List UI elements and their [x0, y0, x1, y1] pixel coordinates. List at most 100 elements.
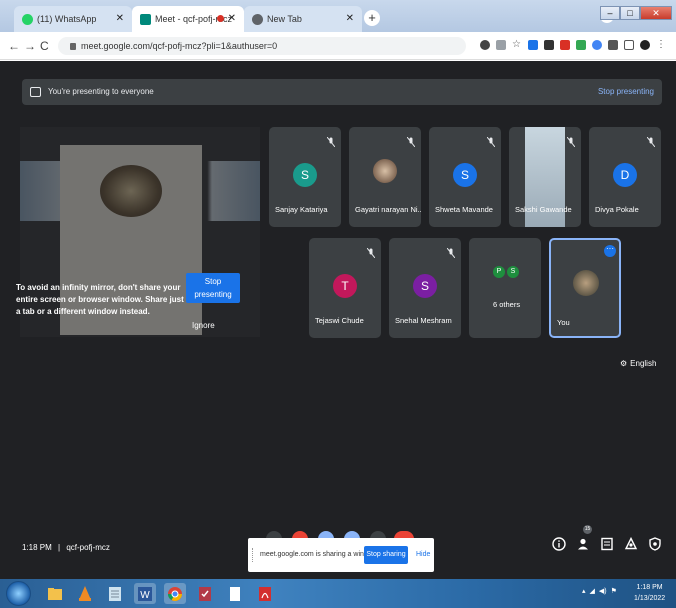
extension-blue2-icon[interactable]: [592, 40, 602, 50]
participant-tile[interactable]: D Divya Pokale: [589, 127, 661, 227]
url-text: meet.google.com/qcf-pofj-mcz?pli=1&authu…: [81, 41, 278, 51]
tab-whatsapp[interactable]: (11) WhatsApp ✕: [14, 6, 132, 32]
reading-list-icon[interactable]: [624, 40, 634, 50]
star-icon[interactable]: ☆: [512, 40, 522, 50]
info-icon[interactable]: [552, 537, 566, 551]
participant-tile[interactable]: Sakshi Gawande: [509, 127, 581, 227]
word-icon[interactable]: W: [134, 583, 156, 604]
recording-indicator-icon: [217, 15, 224, 22]
participant-tile[interactable]: Gayatri narayan Ni...: [349, 127, 421, 227]
puzzle-icon[interactable]: [608, 40, 618, 50]
reload-icon[interactable]: C: [40, 39, 49, 53]
new-tab-button[interactable]: +: [364, 10, 380, 26]
lock-icon: [70, 43, 76, 50]
profile-avatar[interactable]: [640, 40, 650, 50]
clock-date: 1/13/2022: [634, 595, 666, 602]
cast-icon[interactable]: [480, 40, 490, 50]
banner-stop-presenting-link[interactable]: Stop presenting: [598, 79, 654, 105]
participant-name: Divya Pokale: [595, 205, 639, 214]
tab-label: New Tab: [267, 14, 302, 24]
document-icon[interactable]: [224, 583, 246, 604]
participant-count-badge: 15: [583, 525, 592, 534]
self-tile[interactable]: ··· You: [549, 238, 621, 338]
screen: (11) WhatsApp ✕ Meet - qcf-pofj-mcz ✕ Ne…: [0, 0, 676, 608]
mic-off-icon: [447, 248, 455, 258]
task-app-icon[interactable]: [194, 583, 216, 604]
close-tab-icon[interactable]: ✕: [346, 13, 354, 24]
others-avatar: S: [507, 266, 519, 278]
stop-presenting-button[interactable]: Stop presenting: [186, 273, 240, 303]
close-window-button[interactable]: ✕: [640, 6, 672, 20]
drag-handle[interactable]: [252, 548, 254, 562]
people-icon[interactable]: [576, 537, 590, 551]
more-options-icon[interactable]: ···: [604, 245, 616, 257]
vlc-icon[interactable]: [74, 583, 96, 604]
language-label: English: [630, 359, 657, 368]
gear-icon: ⚙: [620, 359, 628, 368]
presenting-banner: You're presenting to everyone Stop prese…: [22, 79, 662, 105]
call-controls-partial: [266, 531, 414, 539]
host-controls-icon[interactable]: [648, 537, 662, 551]
participant-name: Shweta Mavande: [435, 205, 493, 214]
participant-tile[interactable]: S Shweta Mavande: [429, 127, 501, 227]
meeting-code: qcf-pofj-mcz: [66, 543, 110, 552]
back-icon[interactable]: ←: [8, 39, 20, 53]
maximize-button[interactable]: □: [620, 6, 640, 20]
meeting-time: 1:18 PM: [22, 543, 52, 552]
tab-new-tab[interactable]: New Tab ✕: [244, 6, 362, 32]
separator: |: [58, 543, 61, 552]
whatsapp-icon: [22, 13, 33, 25]
participant-tile[interactable]: S Snehal Meshram: [389, 238, 461, 338]
volume-icon[interactable]: ◀): [599, 587, 607, 595]
url-bar[interactable]: meet.google.com/qcf-pofj-mcz?pli=1&authu…: [58, 37, 466, 55]
close-tab-icon[interactable]: ✕: [228, 13, 236, 24]
mic-off-icon: [647, 137, 655, 147]
meet-call-area: You're presenting to everyone Stop prese…: [0, 61, 676, 579]
minimize-button[interactable]: –: [600, 6, 620, 20]
mic-off-icon: [567, 137, 575, 147]
pdf-reader-icon[interactable]: [254, 583, 276, 604]
extension-blue-icon[interactable]: [528, 40, 538, 50]
avatar: S: [293, 163, 317, 187]
network-icon[interactable]: ◢: [590, 587, 595, 595]
notepad-icon[interactable]: [104, 583, 126, 604]
chrome-icon: [252, 13, 263, 25]
chrome-taskbar-icon[interactable]: [164, 583, 186, 604]
hide-button[interactable]: Hide: [416, 551, 430, 558]
mic-off-icon: [487, 137, 495, 147]
close-tab-icon[interactable]: ✕: [116, 13, 124, 24]
start-button[interactable]: [6, 581, 31, 606]
mic-off-icon: [327, 137, 335, 147]
stop-sharing-button[interactable]: Stop sharing: [364, 546, 408, 564]
participant-tile[interactable]: S Sanjay Katariya: [269, 127, 341, 227]
others-tile[interactable]: P S 6 others: [469, 238, 541, 338]
explorer-icon[interactable]: [44, 583, 66, 604]
extension-green-icon[interactable]: [576, 40, 586, 50]
clock-time: 1:18 PM: [636, 584, 663, 591]
taskbar-clock[interactable]: 1:18 PM 1/13/2022: [634, 582, 665, 604]
show-hidden-icons-icon[interactable]: ▴: [582, 587, 586, 595]
chat-icon[interactable]: [600, 537, 614, 551]
extension-dark-icon[interactable]: [544, 40, 554, 50]
avatar: D: [613, 163, 637, 187]
menu-dots-icon[interactable]: ⋮: [656, 40, 666, 50]
avatar: T: [333, 274, 357, 298]
avatar: S: [413, 274, 437, 298]
extension-icons: ☆ ⋮: [480, 40, 666, 50]
system-tray: ▴ ◢ ◀) ⚑: [582, 587, 617, 595]
forward-icon[interactable]: →: [24, 39, 36, 53]
ignore-button[interactable]: Ignore: [192, 321, 215, 330]
tab-label: (11) WhatsApp: [37, 14, 97, 24]
flag-icon[interactable]: ⚑: [611, 587, 617, 595]
tab-meet[interactable]: Meet - qcf-pofj-mcz ✕: [132, 6, 244, 32]
camera-icon[interactable]: [496, 40, 506, 50]
activities-icon[interactable]: [624, 537, 638, 551]
sharing-notification-bar: meet.google.com is sharing a window. Sto…: [248, 538, 434, 572]
captions-language[interactable]: ⚙ English: [620, 359, 656, 368]
participant-tile[interactable]: T Tejaswi Chude: [309, 238, 381, 338]
extension-red-icon[interactable]: [560, 40, 570, 50]
sharing-text: meet.google.com is sharing a window.: [260, 551, 379, 558]
participant-name: Sakshi Gawande: [515, 205, 572, 214]
participant-name: Sanjay Katariya: [275, 205, 328, 214]
participant-name: Gayatri narayan Ni...: [355, 205, 421, 214]
